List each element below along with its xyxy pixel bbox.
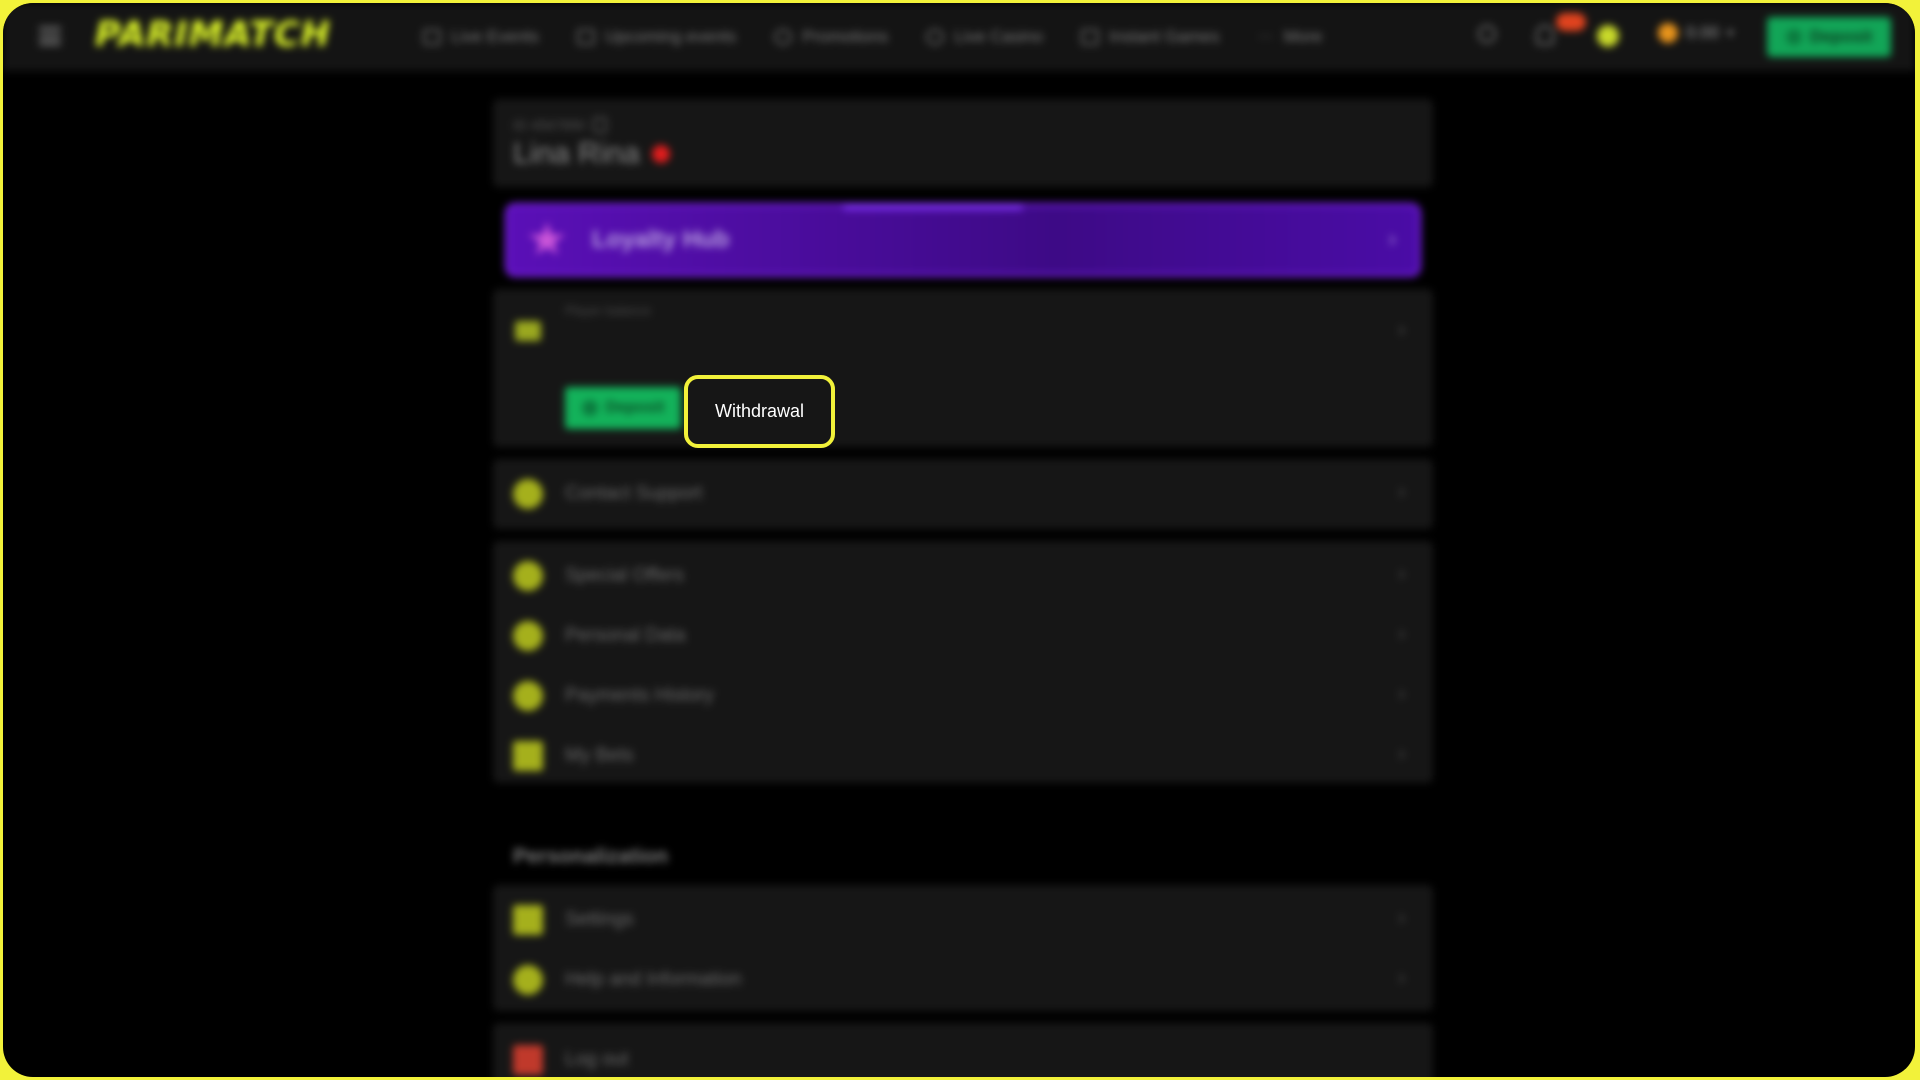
profile-name: Lina Rina	[513, 137, 670, 171]
contact-support-item[interactable]: Contact Support ›	[493, 459, 1433, 529]
chevron-right-icon: ›	[1398, 967, 1405, 989]
copy-icon[interactable]	[593, 117, 608, 133]
balance-card: Player balance › Deposit	[493, 289, 1433, 447]
bell-icon[interactable]	[1536, 25, 1554, 45]
support-icon	[513, 479, 543, 509]
nav-label: Instant Games	[1109, 27, 1220, 46]
deposit-icon	[1785, 29, 1802, 45]
logout-item[interactable]: Log out	[493, 1023, 1433, 1077]
logout-label: Log out	[565, 1049, 629, 1070]
history-icon	[513, 681, 543, 711]
top-bar: PARIMATCH Live Events Upcoming events Pr…	[3, 3, 1915, 71]
logout-icon	[513, 1045, 543, 1075]
menu-item-label: Help and Information	[565, 969, 742, 990]
nav-label: Live Events	[451, 27, 539, 46]
balance-card-title: Player balance	[565, 303, 651, 318]
menu-icon[interactable]	[39, 27, 61, 45]
coin-icon	[1658, 23, 1678, 43]
chevron-right-icon: ›	[1398, 623, 1405, 645]
deposit-icon	[581, 400, 598, 416]
star-icon	[528, 222, 566, 255]
nav-live-events[interactable]: Live Events	[423, 27, 539, 47]
nav-promotions[interactable]: Promotions	[774, 27, 888, 47]
wallet-icon	[515, 321, 541, 341]
gift-icon	[774, 29, 793, 45]
menu-item-label: Special Offers	[565, 565, 684, 586]
nav-upcoming-events[interactable]: Upcoming events	[576, 27, 737, 47]
rocket-icon	[1081, 29, 1100, 45]
loyalty-strip	[843, 204, 1023, 210]
nav-live-casino[interactable]: Live Casino	[926, 27, 1043, 47]
menu-item-label: Payments History	[565, 685, 714, 706]
nav-instant-games[interactable]: Instant Games	[1081, 27, 1220, 47]
main-nav: Live Events Upcoming events Promotions L…	[423, 3, 1322, 71]
more-dots-icon: ···	[1257, 28, 1274, 45]
chevron-right-icon: ›	[1398, 907, 1405, 929]
casino-icon	[926, 29, 945, 45]
balance-dropdown[interactable]: 0.00 ▾	[1658, 23, 1734, 43]
nav-label: Promotions	[802, 27, 889, 46]
heart-icon	[651, 145, 670, 163]
profile-name-text: Lina Rina	[513, 137, 640, 170]
chevron-right-icon: ›	[1398, 563, 1405, 585]
menu-item-help[interactable]: Help and Information ›	[493, 945, 1433, 1017]
nav-more[interactable]: ··· More	[1258, 27, 1323, 47]
menu-item-label: Personal Data	[565, 625, 686, 646]
loyalty-hub-banner[interactable]: Loyalty Hub ›	[505, 203, 1421, 277]
notification-badge	[1556, 13, 1586, 31]
personalization-menu: Settings › Help and Information ›	[493, 885, 1433, 1011]
chevron-right-icon: ›	[1398, 743, 1405, 765]
contact-support-label: Contact Support	[565, 483, 703, 504]
chevron-right-icon[interactable]: ›	[1398, 319, 1405, 342]
chevron-down-icon: ▾	[1727, 25, 1734, 40]
personalization-heading: Personalization	[513, 845, 669, 868]
menu-item-label: My Bets	[565, 745, 634, 766]
withdrawal-button[interactable]: Withdrawal	[684, 375, 835, 448]
app-frame: PARIMATCH Live Events Upcoming events Pr…	[3, 3, 1915, 1077]
menu-item-my-bets[interactable]: My Bets ›	[493, 721, 1433, 793]
personal-data-icon	[513, 621, 543, 651]
chevron-right-icon: ›	[1398, 683, 1405, 705]
user-icon[interactable]	[1597, 25, 1619, 47]
nav-label: Upcoming events	[604, 27, 737, 46]
account-menu: Special Offers › Personal Data › Payment…	[493, 541, 1433, 783]
info-icon	[513, 965, 543, 995]
parimatch-logo[interactable]: PARIMATCH	[95, 15, 331, 55]
balance-value: 0.00	[1686, 23, 1720, 42]
settings-sliders-icon	[513, 905, 543, 935]
live-icon	[423, 29, 441, 45]
loyalty-hub-label: Loyalty Hub	[592, 226, 730, 253]
profile-id: ID 4567890	[513, 117, 608, 133]
nav-label: Live Casino	[954, 27, 1044, 46]
deposit-label: Deposit	[605, 399, 665, 416]
balance-deposit-button[interactable]: Deposit	[565, 387, 681, 429]
nav-label: More	[1283, 27, 1323, 46]
profile-card: ID 4567890 Lina Rina	[493, 99, 1433, 187]
search-icon[interactable]	[1478, 25, 1496, 43]
blurred-background: PARIMATCH Live Events Upcoming events Pr…	[3, 3, 1915, 1077]
header-deposit-button[interactable]: Deposit	[1767, 17, 1891, 57]
chevron-right-icon: ›	[1388, 226, 1396, 251]
calendar-icon	[576, 29, 595, 45]
chevron-right-icon: ›	[1398, 481, 1405, 503]
bets-icon	[513, 741, 543, 771]
offers-icon	[513, 561, 543, 591]
deposit-label: Deposit	[1809, 27, 1873, 46]
profile-id-text: ID 4567890	[513, 117, 586, 133]
menu-item-label: Settings	[565, 909, 634, 930]
